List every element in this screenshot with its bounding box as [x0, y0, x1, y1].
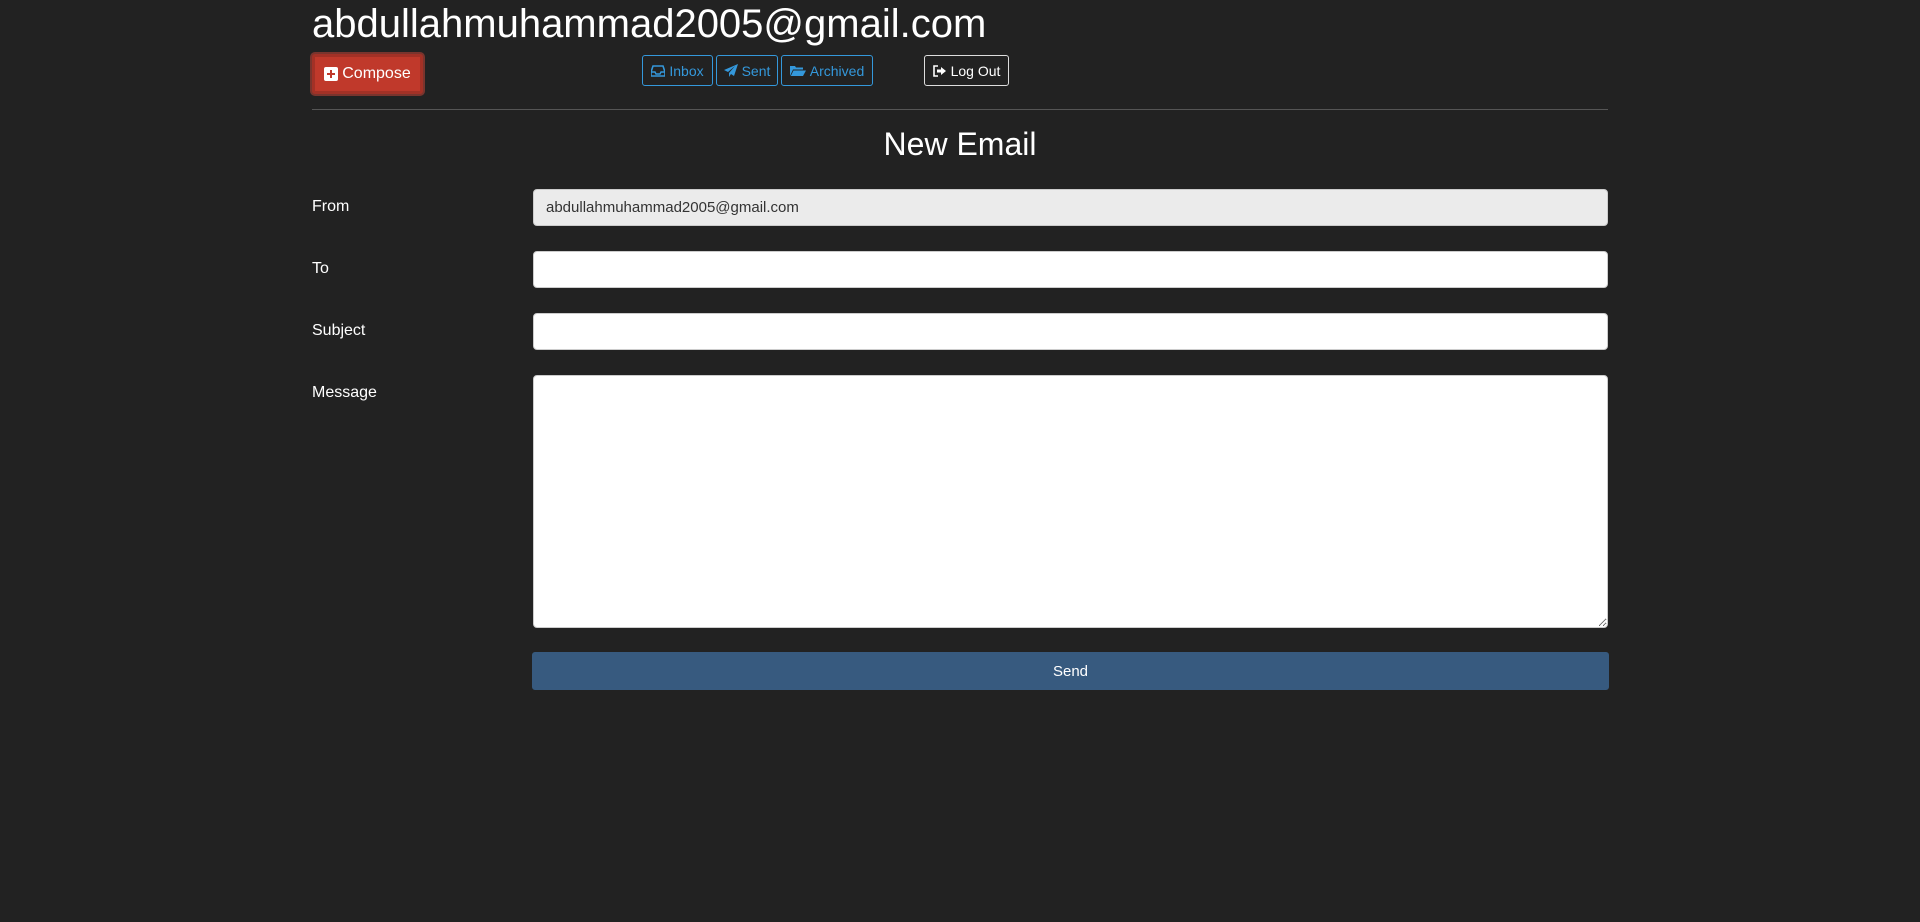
message-textarea[interactable]: [533, 375, 1608, 628]
sent-button[interactable]: Sent: [716, 55, 778, 86]
compose-button[interactable]: Compose: [312, 54, 423, 94]
page-title: New Email: [883, 126, 1037, 162]
sign-out-icon: [932, 64, 947, 77]
folder-open-icon: [789, 65, 806, 77]
to-label: To: [312, 260, 329, 277]
subject-field[interactable]: [533, 313, 1608, 350]
header-divider: [312, 109, 1608, 110]
plus-square-icon: [324, 67, 339, 81]
archived-button[interactable]: Archived: [781, 55, 873, 86]
inbox-icon: [651, 64, 666, 77]
inbox-button[interactable]: Inbox: [642, 55, 713, 86]
paper-plane-icon: [723, 64, 738, 77]
from-label: From: [312, 198, 350, 215]
logout-label: Log Out: [950, 62, 1001, 79]
inbox-label: Inbox: [669, 62, 704, 79]
subject-label: Subject: [312, 322, 366, 339]
send-button[interactable]: Send: [532, 652, 1609, 690]
message-label: Message: [312, 384, 377, 401]
compose-label: Compose: [342, 65, 411, 82]
to-field[interactable]: [533, 251, 1608, 288]
from-field[interactable]: [533, 189, 1608, 226]
logout-button[interactable]: Log Out: [924, 55, 1009, 86]
sent-label: Sent: [741, 62, 771, 79]
user-email-heading: abdullahmuhammad2005@gmail.com: [312, 2, 987, 46]
archived-label: Archived: [809, 62, 865, 79]
